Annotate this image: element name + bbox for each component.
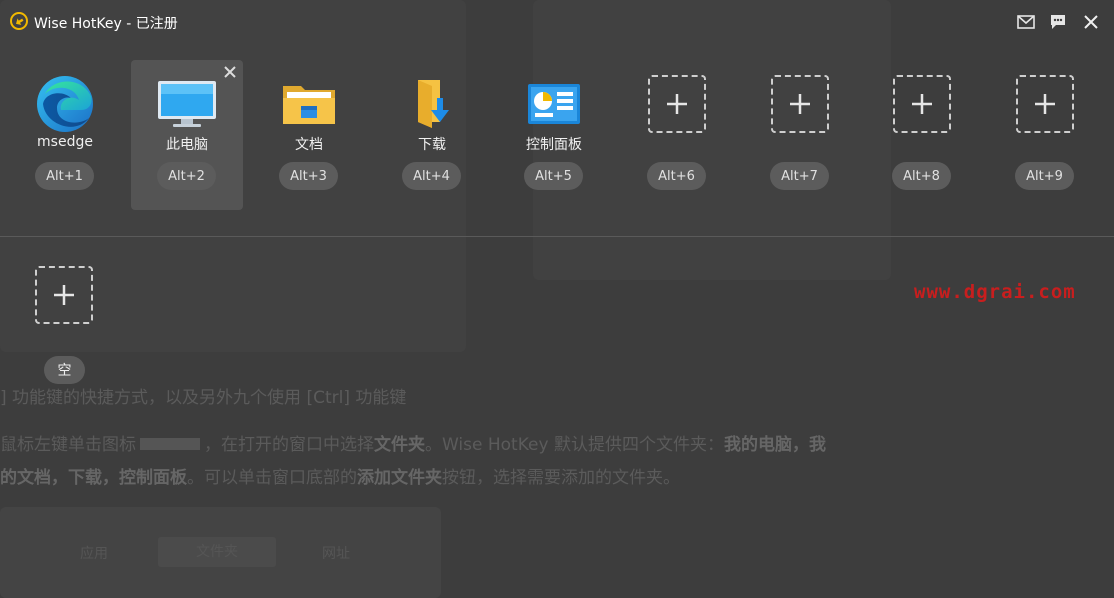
hotkey-slot-7[interactable]: Alt+7 [744,60,856,210]
hotkey-badge: Alt+4 [402,162,461,190]
add-icon[interactable] [1015,74,1075,134]
slot-label: msedge [37,134,93,150]
control-panel-icon [524,74,584,134]
row-divider [0,236,1114,237]
add-icon[interactable] [770,74,830,134]
chat-icon[interactable] [1046,10,1070,34]
hotkey-slot-5[interactable]: 控制面板 Alt+5 [498,60,610,210]
background-dialog-tab: 文件夹 [158,537,276,567]
hotkey-slot-4[interactable]: 下载 Alt+4 [376,60,488,210]
add-icon[interactable] [892,74,952,134]
close-icon[interactable] [1079,10,1103,34]
folder-icon [279,74,339,134]
remove-slot-icon[interactable] [223,64,237,78]
hotkey-badge: Alt+2 [157,162,216,190]
hotkey-badge: Alt+5 [524,162,583,190]
title-bar: Wise HotKey - 已注册 [0,0,1114,44]
hotkey-badge: Alt+7 [770,162,829,190]
background-dialog: 应用 文件夹 网址 [0,507,441,598]
hotkey-slot-8[interactable]: Alt+8 [866,60,978,210]
background-line-3: 的文档，下载，控制面板。可以单击窗口底部的添加文件夹按钮，选择需要添加的文件夹。 [0,468,680,488]
slot-label: 文档 [295,137,323,153]
hotkey-badge: Alt+8 [892,162,951,190]
hotkey-slot-6[interactable]: Alt+6 [621,60,733,210]
slot-label: 此电脑 [166,137,208,153]
watermark: www.dgrai.com [914,281,1076,303]
download-folder-icon [402,74,462,134]
hotkey-badge: Alt+9 [1015,162,1074,190]
hotkey-slot-3[interactable]: 文档 Alt+3 [253,60,365,210]
slot-label: 控制面板 [526,137,582,153]
hotkey-slot-1[interactable]: msedge Alt+1 [9,60,121,210]
hotkey-badge: Alt+1 [35,162,94,190]
computer-icon [157,74,217,134]
hotkey-badge: Alt+3 [279,162,338,190]
add-icon[interactable] [35,266,93,324]
hotkey-slot-2[interactable]: 此电脑 Alt+2 [131,60,243,210]
empty-slot-badge: 空 [44,356,85,384]
background-dialog-tab: 应用 [80,546,108,562]
background-dialog-tab: 网址 [322,546,350,562]
background-line-2: 鼠标左键单击图标 ，在打开的窗口中选择文件夹。Wise HotKey 默认提供四个… [0,435,826,455]
hotkey-slot-9[interactable]: Alt+9 [989,60,1101,210]
app-title: Wise HotKey - 已注册 [34,16,178,32]
edge-icon [35,74,95,134]
add-icon[interactable] [647,74,707,134]
slot-label: 下载 [418,137,446,153]
background-line-1: ] 功能键的快捷方式，以及另外九个使用 [Ctrl] 功能键 [0,388,407,408]
mail-icon[interactable] [1014,10,1038,34]
app-logo-icon [10,12,28,30]
hotkey-badge: Alt+6 [647,162,706,190]
